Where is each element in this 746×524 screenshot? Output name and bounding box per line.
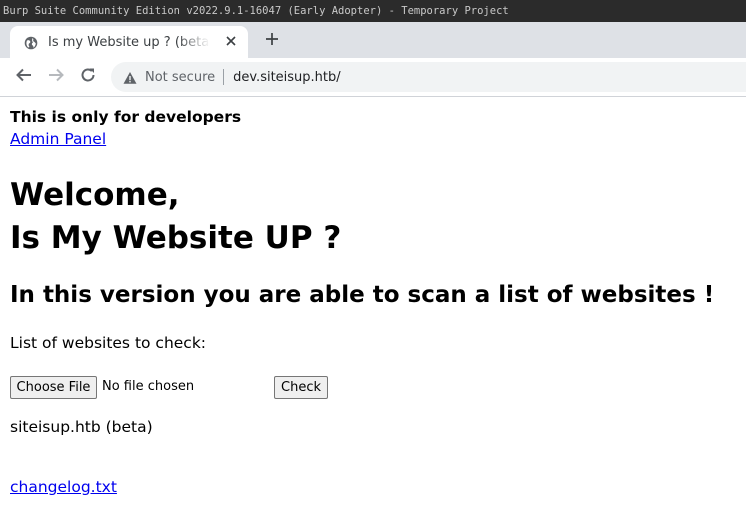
tab-close-icon[interactable]	[224, 35, 238, 49]
reload-icon	[79, 66, 97, 88]
url-text[interactable]: dev.siteisup.htb/	[233, 70, 341, 85]
page-title-line1: Welcome,	[10, 177, 180, 213]
changelog-link[interactable]: changelog.txt	[10, 478, 117, 496]
omnibox-divider	[223, 69, 225, 85]
check-button[interactable]: Check	[274, 376, 328, 399]
reload-button[interactable]	[78, 67, 98, 87]
page-subtitle: In this version you are able to scan a l…	[10, 282, 715, 308]
page-title-line2: Is My Website UP ?	[10, 220, 342, 256]
security-status[interactable]: Not secure	[145, 70, 215, 85]
websites-list-label: List of websites to check:	[10, 334, 207, 352]
tab-active[interactable]: Is my Website up ? (beta version)	[10, 26, 248, 58]
globe-icon	[24, 35, 38, 50]
forward-button[interactable]	[46, 67, 66, 87]
browser-toolbar: Not secure dev.siteisup.htb/	[0, 58, 746, 97]
tab-title: Is my Website up ? (beta version)	[48, 34, 210, 50]
page-title: Welcome, Is My Website UP ?	[10, 174, 341, 260]
developer-note: This is only for developers	[10, 108, 242, 126]
arrow-left-icon	[15, 66, 33, 88]
window-title: Burp Suite Community Edition v2022.9.1-1…	[3, 5, 509, 17]
window-title-bar: Burp Suite Community Edition v2022.9.1-1…	[0, 0, 746, 22]
new-tab-icon[interactable]	[262, 30, 282, 50]
back-button[interactable]	[14, 67, 34, 87]
address-bar[interactable]: Not secure dev.siteisup.htb/	[111, 62, 746, 92]
admin-panel-link[interactable]: Admin Panel	[10, 130, 106, 148]
site-footer-text: siteisup.htb (beta)	[10, 418, 153, 436]
warning-icon[interactable]	[123, 70, 137, 84]
tab-strip: Is my Website up ? (beta version)	[0, 22, 746, 58]
page-content: This is only for developers Admin Panel …	[0, 98, 746, 524]
file-status-text: No file chosen	[102, 379, 195, 394]
arrow-right-icon	[47, 66, 65, 88]
choose-file-button[interactable]: Choose File	[10, 376, 97, 399]
